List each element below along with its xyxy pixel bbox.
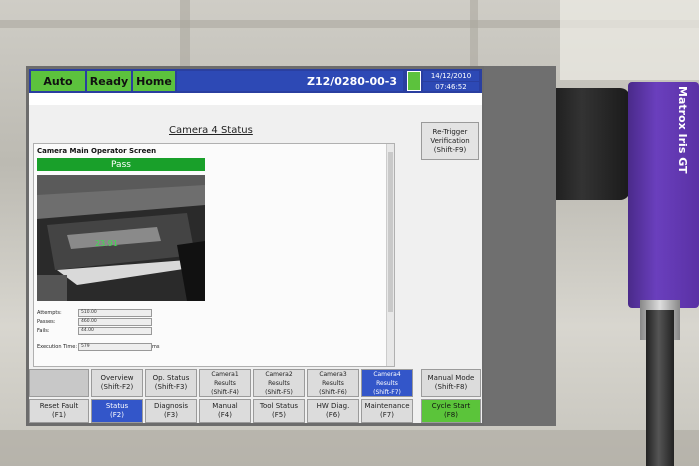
button-label: Camera2 Results [265,370,293,387]
date-display: 14/12/2010 [423,71,479,81]
maintenance-button[interactable]: Maintenance (F7) [361,399,413,423]
button-label: Diagnosis [153,402,189,410]
background-light [560,0,699,80]
cycle-start-button[interactable]: Cycle Start (F8) [421,399,481,423]
mode-indicator: Auto [31,71,85,91]
button-shortcut: (F1) [52,411,66,419]
button-shortcut: (F3) [164,411,178,419]
execution-time-label: Execution Time: [37,344,78,350]
camera-cable [646,310,674,466]
button-shortcut: (Shift-F5) [265,388,293,396]
time-display: 07:46:52 [423,82,479,91]
camera4-results-button[interactable]: Camera4 Results (Shift-F7) [361,369,413,397]
button-label: Tool Status [259,402,299,410]
attempts-label: Attempts: [37,310,62,316]
button-label: Camera3 Results [319,370,347,387]
button-label: Camera1 Results [211,370,239,387]
measurement-value: 23.91 [95,239,118,248]
message-strip [29,93,482,105]
overview-button[interactable]: Overview (Shift-F2) [91,369,143,397]
manual-button[interactable]: Manual (F4) [199,399,251,423]
camera2-results-button[interactable]: Camera2 Results (Shift-F5) [253,369,305,397]
home-indicator: Home [133,71,175,91]
button-shortcut: (F6) [326,411,340,419]
diagnosis-button[interactable]: Diagnosis (F3) [145,399,197,423]
hmi-monitor: Auto Ready Home Z12/0280-00-3 14/12/2010… [26,66,556,426]
manual-mode-button[interactable]: Manual Mode (Shift-F8) [421,369,481,397]
retrigger-label-2: Verification [430,136,470,145]
blank-button [29,369,89,397]
button-shortcut: (F4) [218,411,232,419]
button-shortcut: (Shift-F4) [211,388,239,396]
op-status-button[interactable]: Op. Status (Shift-F3) [145,369,197,397]
reset-fault-button[interactable]: Reset Fault (F1) [29,399,89,423]
button-shortcut: (F7) [380,411,394,419]
hw-diag-button[interactable]: HW Diag. (F6) [307,399,359,423]
status-bar: Auto Ready Home Z12/0280-00-3 14/12/2010… [29,69,482,93]
camera-panel: Camera Main Operator Screen Pass 23.91 A… [33,143,395,367]
camera-image: 23.91 [37,175,205,301]
button-shortcut: (F8) [444,411,458,419]
background-beam [0,430,699,466]
button-label: Cycle Start [431,402,471,410]
camera1-results-button[interactable]: Camera1 Results (Shift-F4) [199,369,251,397]
execution-time-unit: ms [152,344,160,350]
button-shortcut: (Shift-F3) [154,383,188,391]
button-shortcut: (F2) [110,411,124,419]
fails-field: 44.00 [78,327,152,335]
panel-title: Camera Main Operator Screen [37,147,157,155]
button-label: HW Diag. [316,402,350,410]
part-number: Z12/0280-00-3 [177,71,403,91]
button-label: Op. Status [152,374,190,382]
panel-scrollbar[interactable] [386,144,394,366]
button-shortcut: (Shift-F8) [434,383,468,391]
result-badge: Pass [37,158,205,171]
button-label: Manual Mode [427,374,475,382]
camera3-results-button[interactable]: Camera3 Results (Shift-F6) [307,369,359,397]
status-led-icon [407,71,421,91]
retrigger-label-3: (Shift-F9) [433,145,467,154]
camera-image-graphic [37,175,205,301]
button-shortcut: (Shift-F6) [319,388,347,396]
execution-time-field: 579 [78,343,152,351]
retrigger-verification-button[interactable]: Re-Trigger Verification (Shift-F9) [421,122,479,160]
passes-label: Passes: [37,319,56,325]
retrigger-label-1: Re-Trigger [432,127,468,136]
button-label: Overview [100,374,134,382]
state-indicator: Ready [87,71,131,91]
button-label: Camera4 Results [373,370,401,387]
button-label: Status [105,402,129,410]
button-label: Manual [212,402,238,410]
camera-brand-label: Matrox Iris GT [676,86,689,174]
fails-label: Fails: [37,328,50,334]
button-label: Reset Fault [39,402,79,410]
button-label: Maintenance [364,402,410,410]
attempts-field: 510.00 [78,309,152,317]
background-beam [470,0,478,66]
page-title: Camera 4 Status [169,125,253,136]
hmi-screen: Auto Ready Home Z12/0280-00-3 14/12/2010… [29,69,482,423]
tool-status-button[interactable]: Tool Status (F5) [253,399,305,423]
status-button[interactable]: Status (F2) [91,399,143,423]
scroll-thumb[interactable] [388,152,393,312]
passes-field: 460.00 [78,318,152,326]
monitor-bezel [484,66,556,426]
button-shortcut: (Shift-F7) [373,388,401,396]
background-beam [180,0,190,66]
button-shortcut: (F5) [272,411,286,419]
button-shortcut: (Shift-F2) [100,383,134,391]
